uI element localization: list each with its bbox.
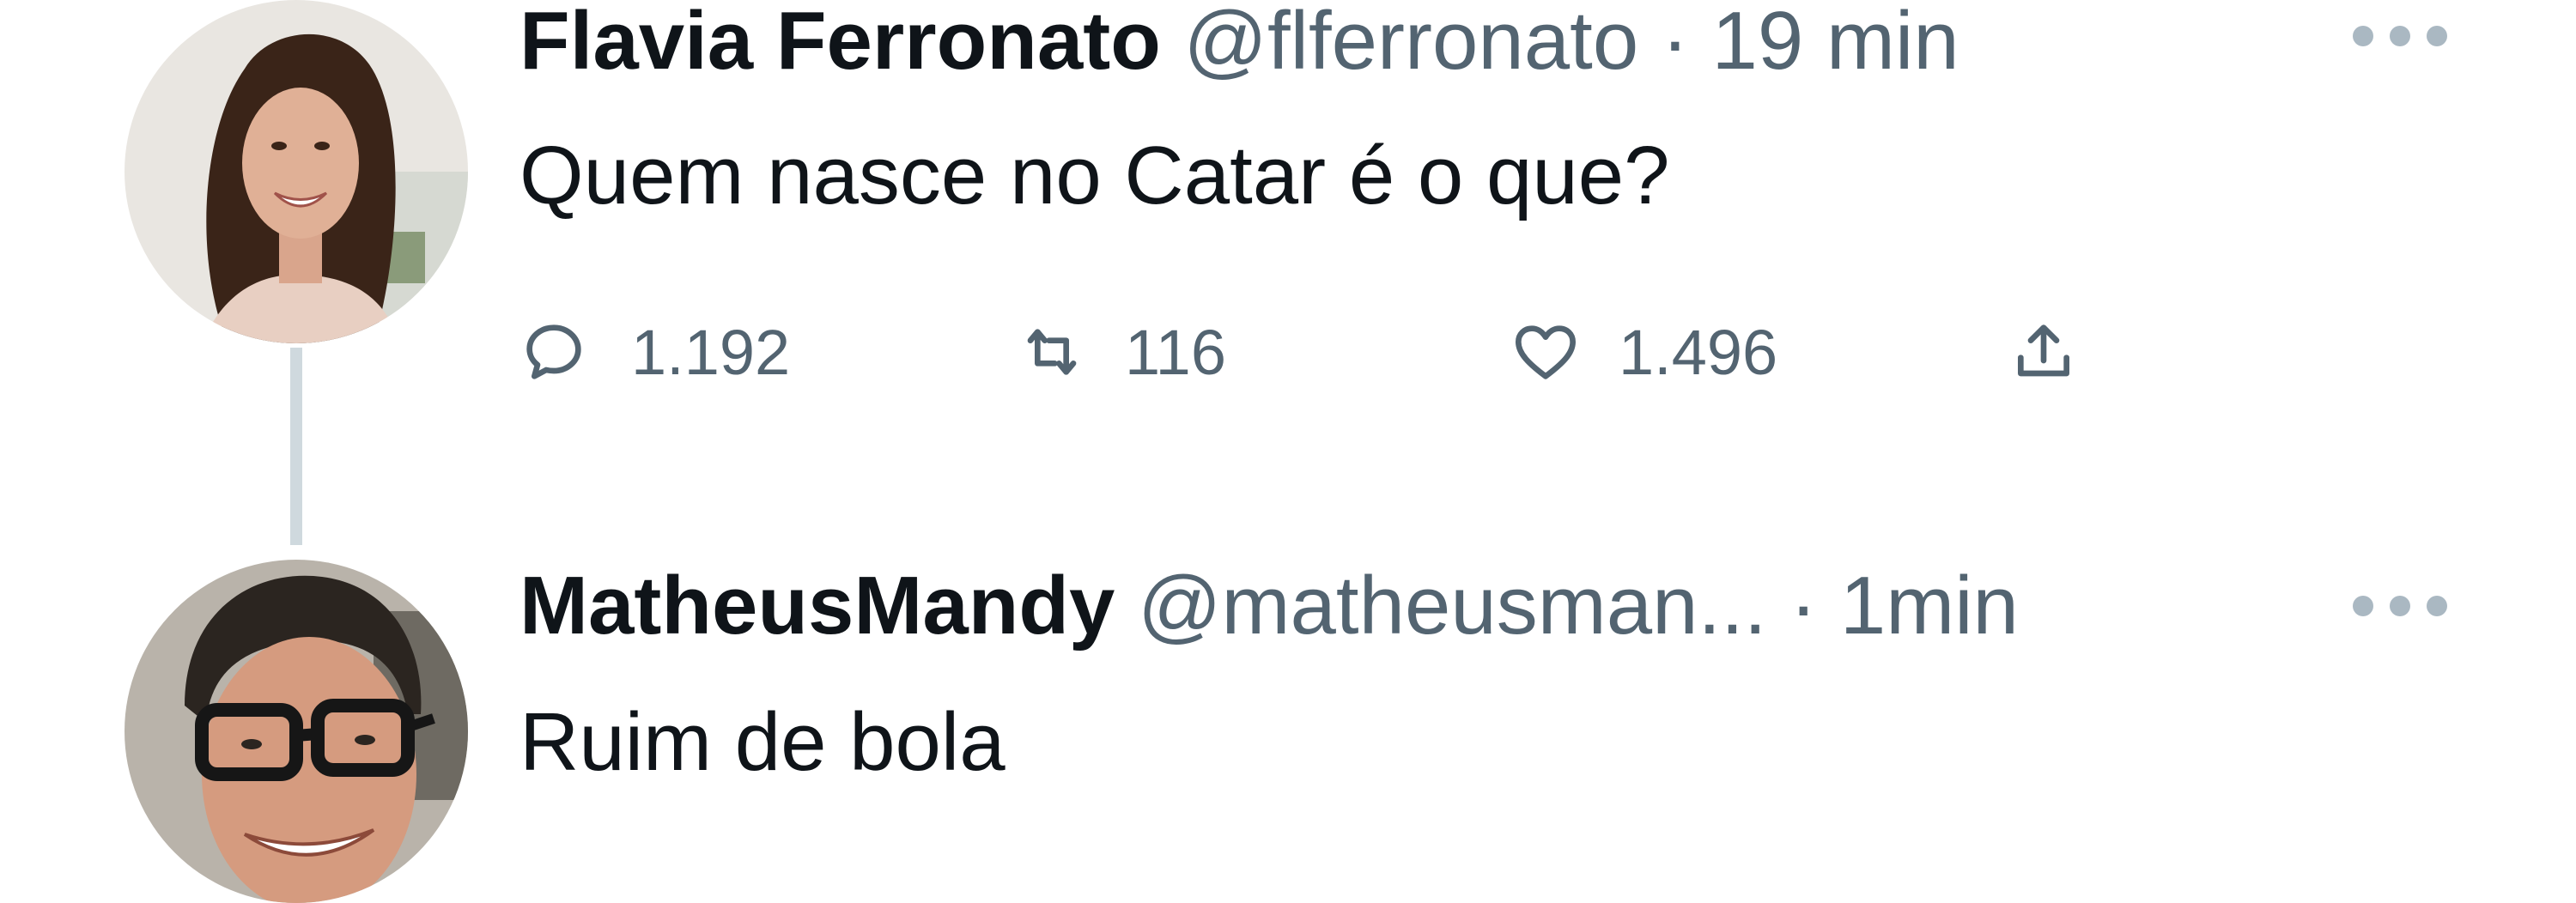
retweet-count: 116 — [1125, 316, 1226, 388]
retweet-button[interactable]: 116 — [1018, 309, 1226, 395]
more-options-icon[interactable] — [2353, 19, 2447, 53]
more-dot — [2427, 26, 2447, 46]
tweet-text: Quem nasce no Catar é o que? — [519, 130, 1670, 221]
share-upload-icon — [2018, 324, 2069, 377]
reply-count: 1.192 — [631, 316, 791, 388]
more-dot — [2390, 596, 2410, 616]
display-name[interactable]: Flavia Ferronato — [519, 0, 1161, 87]
timestamp[interactable]: 19 min — [1712, 0, 1959, 87]
like-count: 1.496 — [1619, 316, 1778, 388]
speech-bubble-icon — [526, 324, 581, 379]
avatar-matheus[interactable] — [125, 560, 468, 903]
display-name[interactable]: MatheusMandy — [519, 560, 1115, 651]
tweet-1[interactable]: Flavia Ferronato @flferronato · 19 min Q… — [0, 0, 2576, 549]
tweet-header: MatheusMandy @matheusman... · 1min — [519, 563, 2019, 649]
user-handle[interactable]: @flferronato — [1184, 0, 1639, 87]
tweet-2[interactable]: MatheusMandy @matheusman... · 1min Ruim … — [0, 549, 2576, 903]
avatar-flavia[interactable] — [125, 0, 468, 343]
separator-dot: · — [1789, 560, 1818, 651]
heart-icon — [1516, 325, 1576, 379]
retweet-arrows-icon — [1027, 329, 1077, 375]
tweet-header: Flavia Ferronato @flferronato · 19 min — [519, 0, 1959, 84]
timestamp[interactable]: 1min — [1840, 560, 2019, 651]
separator-dot: · — [1661, 0, 1689, 87]
more-dot — [2390, 26, 2410, 46]
tweet-text: Ruim de bola — [519, 696, 1005, 788]
thread-connector-line — [290, 348, 302, 545]
like-button[interactable]: 1.496 — [1511, 309, 1777, 395]
avatar-flavia-image — [125, 0, 468, 343]
more-options-icon[interactable] — [2353, 589, 2447, 623]
avatar-matheus-image — [125, 560, 468, 903]
user-handle[interactable]: @matheusman... — [1138, 560, 1766, 651]
reply-button[interactable]: 1.192 — [519, 309, 790, 395]
more-dot — [2353, 596, 2373, 616]
share-button[interactable] — [2009, 309, 2078, 395]
more-dot — [2427, 596, 2447, 616]
more-dot — [2353, 26, 2373, 46]
